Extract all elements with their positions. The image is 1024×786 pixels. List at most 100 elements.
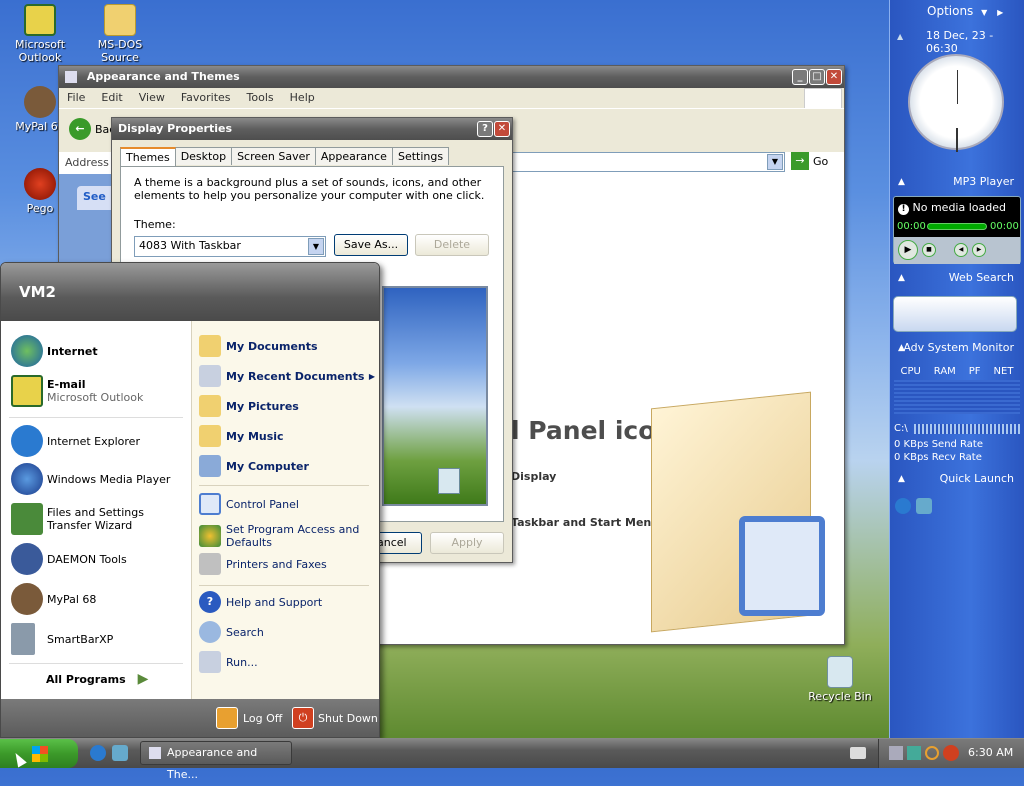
start-item-mypal[interactable]: MyPal 68 [11, 583, 96, 615]
tray-icon-2[interactable] [907, 746, 921, 760]
address-bar[interactable] [499, 152, 785, 172]
explorer-titlebar[interactable]: Appearance and Themes _ □ ✕ [59, 66, 844, 88]
start-item-files-transfer[interactable]: Files and Settings Transfer Wizard [11, 503, 191, 535]
monitor-columns: CPU RAM PF NET [900, 366, 1014, 377]
link-taskbar[interactable]: Taskbar and Start Menu [511, 516, 659, 529]
folder-documents-icon [199, 335, 221, 357]
minimize-button[interactable]: _ [792, 69, 808, 85]
start-item-internet-explorer[interactable]: Internet Explorer [11, 425, 140, 457]
collapse-arrow-icon: ▲ [898, 273, 905, 283]
tab-themes[interactable]: Themes [120, 147, 176, 168]
start-button[interactable] [0, 739, 78, 768]
menu-edit[interactable]: Edit [93, 88, 130, 108]
start-item-internet[interactable]: Internet [11, 335, 98, 367]
start-item-my-pictures[interactable]: My Pictures [199, 395, 299, 417]
go-arrow-icon: → [791, 152, 809, 170]
shut-down-button[interactable]: ⏻ Shut Down [292, 707, 378, 729]
menu-file[interactable]: File [59, 88, 93, 108]
menu-help[interactable]: Help [282, 88, 323, 108]
maximize-button[interactable]: □ [809, 69, 825, 85]
outlook-icon [11, 375, 43, 407]
desktop-icon-outlook[interactable]: Microsoft Outlook [0, 4, 80, 64]
theme-select[interactable]: 4083 With Taskbar ▼ [134, 236, 326, 257]
start-menu-header: VM2 [1, 263, 379, 321]
tray-icon-1[interactable] [889, 746, 903, 760]
next-icon[interactable]: ▶ [972, 243, 986, 257]
window-icon [149, 747, 161, 759]
start-item-windows-media-player[interactable]: Windows Media Player [11, 463, 170, 495]
tab-settings[interactable]: Settings [391, 147, 450, 165]
play-icon[interactable]: ▶ [898, 240, 918, 260]
windows-logo-icon [32, 746, 48, 762]
tab-screen-saver[interactable]: Screen Saver [231, 147, 316, 165]
quicklaunch-outlook-icon[interactable] [112, 745, 128, 761]
taskbar-button-appearance[interactable]: Appearance and The... [140, 741, 292, 781]
log-off-button[interactable]: Log Off [216, 707, 282, 729]
run-icon [199, 651, 221, 673]
smartbar-icon [11, 623, 35, 655]
collapse-arrow-icon[interactable]: ▲ [897, 32, 903, 41]
start-item-my-computer[interactable]: My Computer [199, 455, 309, 477]
menu-view[interactable]: View [131, 88, 173, 108]
collapse-arrow-icon: ▲ [898, 474, 905, 484]
save-as-button[interactable]: Save As... [334, 234, 408, 256]
start-item-help[interactable]: ? Help and Support [199, 591, 322, 613]
system-monitor-header[interactable]: ▲ Adv System Monitor [892, 338, 1020, 358]
program-access-icon [199, 525, 221, 547]
address-dropdown[interactable]: ▼ [767, 154, 783, 170]
media-status: ! No media loaded [898, 201, 1006, 215]
web-search-header[interactable]: ▲ Web Search [892, 268, 1020, 288]
start-item-program-access[interactable]: Set Program Access and Defaults [199, 523, 369, 549]
power-icon: ⏻ [292, 707, 314, 729]
start-item-my-music[interactable]: My Music [199, 425, 284, 447]
dialog-close-button[interactable]: ✕ [494, 121, 510, 137]
recent-documents-icon [199, 365, 221, 387]
link-display[interactable]: Display [511, 470, 556, 483]
chevron-down-icon[interactable]: ▼ [308, 238, 324, 255]
go-button[interactable]: → Go [791, 152, 828, 170]
help-button[interactable]: ? [477, 121, 493, 137]
start-item-smartbarxp[interactable]: SmartBarXP [11, 623, 113, 655]
start-item-search[interactable]: Search [199, 621, 264, 643]
quicklaunch-ie-icon[interactable] [90, 745, 106, 761]
quick-launch-outlook-icon[interactable] [916, 498, 932, 514]
divider [199, 485, 369, 486]
start-item-email[interactable]: E-mail Microsoft Outlook [11, 375, 143, 407]
transfer-wizard-icon [11, 503, 43, 535]
all-programs-button[interactable]: All Programs ▶ [46, 671, 148, 687]
web-search-input[interactable] [893, 296, 1017, 332]
start-item-control-panel[interactable]: Control Panel [199, 493, 299, 515]
delete-button[interactable]: Delete [415, 234, 489, 256]
start-item-recent-documents[interactable]: My Recent Documents ▶ [199, 365, 375, 387]
mp3-player-header[interactable]: ▲ MP3 Player [892, 172, 1020, 192]
tab-desktop[interactable]: Desktop [174, 147, 233, 165]
quick-launch-ie-icon[interactable] [895, 498, 911, 514]
dialog-title: Display Properties [118, 122, 233, 135]
start-item-daemon-tools[interactable]: DAEMON Tools [11, 543, 127, 575]
stop-icon[interactable]: ■ [922, 243, 936, 257]
start-item-run[interactable]: Run... [199, 651, 258, 673]
menu-favorites[interactable]: Favorites [173, 88, 239, 108]
keyboard-icon[interactable] [850, 747, 866, 759]
start-item-my-documents[interactable]: My Documents [199, 335, 318, 357]
desktop-icon-recycle-bin[interactable]: Recycle Bin [800, 656, 880, 703]
close-button[interactable]: ✕ [826, 69, 842, 85]
menu-tools[interactable]: Tools [239, 88, 282, 108]
tab-appearance[interactable]: Appearance [314, 147, 393, 165]
help-icon: ? [199, 591, 221, 613]
computer-icon [199, 455, 221, 477]
tray-power-icon[interactable] [943, 745, 959, 761]
chevron-down-icon: ▼ [981, 8, 988, 17]
daemon-tools-icon [11, 543, 43, 575]
apply-button[interactable]: Apply [430, 532, 504, 554]
previous-icon[interactable]: ◀ [954, 243, 968, 257]
desktop-icon-ms-dos-source[interactable]: MS-DOS Source [80, 4, 160, 64]
quick-launch-header[interactable]: ▲ Quick Launch [892, 469, 1020, 489]
dialog-titlebar[interactable]: Display Properties ? ✕ [112, 118, 512, 140]
start-item-printers[interactable]: Printers and Faxes [199, 553, 327, 575]
tray-search-icon[interactable] [925, 746, 939, 760]
progress-bar[interactable] [927, 223, 987, 230]
search-icon [199, 621, 221, 643]
clock-minute-hand [957, 70, 958, 104]
sidebar-options-button[interactable]: Options ▼ ▶ [927, 4, 1003, 18]
